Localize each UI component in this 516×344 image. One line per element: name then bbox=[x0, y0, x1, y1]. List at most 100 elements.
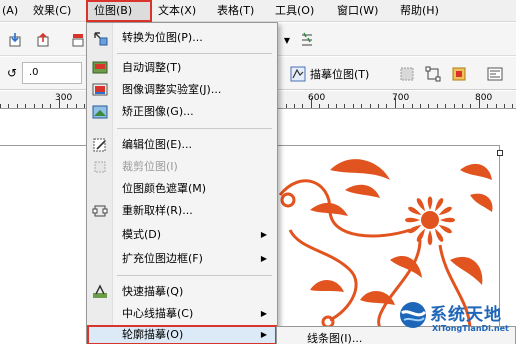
menu-item-label: 模式(D) bbox=[122, 228, 162, 241]
bitmaps-menu: 转换为位图(P)... 自动调整(T) 图像调整实验室(J)... 矫正图像(G… bbox=[86, 22, 278, 344]
straighten-icon bbox=[92, 104, 108, 120]
submenu-arrow-icon: ▶ bbox=[260, 330, 267, 339]
rotate-icon: ↺ bbox=[6, 66, 18, 80]
menu-bitmaps[interactable]: 位图(B) bbox=[86, 0, 152, 22]
ruler-tick bbox=[487, 104, 489, 108]
ruler-tick bbox=[352, 104, 354, 108]
menu-item-label: 重新取样(R)... bbox=[122, 204, 193, 217]
ruler-tick bbox=[428, 104, 430, 108]
trace-bitmap-icon bbox=[290, 66, 306, 82]
menu-item-centerline-trace[interactable]: 中心线描摹(C) ▶ bbox=[87, 303, 277, 325]
menu-item-mode[interactable]: 模式(D) ▶ bbox=[87, 224, 277, 246]
menu-item-label: 位图颜色遮罩(M) bbox=[122, 182, 207, 195]
ruler-tick bbox=[344, 104, 346, 108]
export-icon[interactable] bbox=[34, 31, 52, 49]
menu-item-resample[interactable]: 重新取样(R)... bbox=[87, 200, 277, 222]
menu-item-label: 快速描摹(Q) bbox=[122, 285, 184, 298]
submenu-arrow-icon: ▶ bbox=[260, 230, 267, 239]
rotation-angle-input[interactable]: .0 bbox=[22, 62, 82, 84]
ruler-tick bbox=[411, 104, 413, 108]
quick-trace-icon bbox=[92, 284, 108, 300]
menu-item-label: 轮廓描摹(O) bbox=[122, 328, 184, 341]
auto-adjust-icon bbox=[92, 60, 108, 76]
menu-item-bitmap-color-mask[interactable]: 位图颜色遮罩(M) bbox=[87, 178, 277, 200]
node-edit-icon[interactable] bbox=[424, 64, 442, 84]
ruler-tick bbox=[285, 104, 287, 108]
app-launcher-icon[interactable] bbox=[70, 31, 86, 49]
ruler-tick bbox=[16, 104, 18, 108]
convert-bitmap-icon bbox=[92, 30, 108, 46]
crop-bitmap-icon bbox=[92, 159, 108, 175]
ruler-tick bbox=[420, 104, 421, 108]
menu-text[interactable]: 文本(X) bbox=[158, 0, 196, 22]
ruler-tick bbox=[310, 98, 312, 108]
globe-logo-icon bbox=[400, 302, 427, 328]
ruler-tick bbox=[403, 104, 405, 108]
ruler-tick bbox=[470, 104, 472, 108]
menu-item-quick-trace[interactable]: 快速描摹(Q) bbox=[87, 281, 277, 303]
ruler-tick bbox=[67, 104, 69, 108]
menu-tools[interactable]: 工具(O) bbox=[275, 0, 314, 22]
ruler-tick bbox=[512, 104, 514, 108]
ruler-tick bbox=[495, 104, 497, 108]
menu-bar: (A) 效果(C) 位图(B) 文本(X) 表格(T) 工具(O) 窗口(W) … bbox=[0, 0, 516, 22]
dropdown-arrow-icon[interactable]: ▼ bbox=[282, 31, 292, 49]
menu-item-label: 中心线描摹(C) bbox=[122, 307, 194, 320]
menu-item-edit-bitmap[interactable]: 编辑位图(E)... bbox=[87, 134, 277, 156]
menu-item-auto-adjust[interactable]: 自动调整(T) bbox=[87, 57, 277, 79]
watermark-subtitle: XiTongTianDi.net bbox=[432, 324, 509, 333]
menu-item-outline-trace[interactable]: 轮廓描摹(O) ▶ bbox=[87, 325, 277, 344]
menu-window[interactable]: 窗口(W) bbox=[337, 0, 378, 22]
ruler-tick bbox=[394, 98, 396, 108]
resample-tool-icon[interactable] bbox=[450, 64, 468, 84]
ruler-tick bbox=[462, 104, 463, 108]
submenu-arrow-icon: ▶ bbox=[260, 254, 267, 263]
menu-item-label: 矫正图像(G)... bbox=[122, 105, 194, 118]
menu-item-label: 转换为位图(P)... bbox=[122, 31, 203, 44]
submenu-arrow-icon: ▶ bbox=[260, 309, 267, 318]
menu-separator bbox=[117, 53, 272, 54]
ruler-tick bbox=[42, 104, 43, 108]
ruler-tick bbox=[369, 104, 371, 108]
menu-item-label: 裁剪位图(I) bbox=[122, 160, 178, 173]
watermark-title: 系统天地 bbox=[430, 305, 502, 325]
import-icon[interactable] bbox=[6, 31, 24, 49]
ruler-tick bbox=[319, 104, 321, 108]
menu-item-label: 自动调整(T) bbox=[122, 61, 182, 74]
ruler-tick bbox=[386, 104, 388, 108]
menu-item-label: 图像调整实验室(J)... bbox=[122, 83, 222, 96]
trace-bitmap-button[interactable]: 描摹位图(T) bbox=[290, 63, 369, 85]
ruler-label: 300 bbox=[55, 93, 73, 103]
ruler-tick bbox=[33, 104, 35, 108]
site-watermark: 系统天地 XiTongTianDi.net bbox=[396, 296, 516, 344]
edit-bitmap-icon bbox=[92, 137, 108, 153]
menu-item-crop-bitmap: 裁剪位图(I) bbox=[87, 156, 277, 178]
menu-item-convert-to-bitmap[interactable]: 转换为位图(P)... bbox=[87, 27, 277, 49]
ruler-tick bbox=[336, 104, 337, 108]
menu-item-label: 扩充位图边框(F) bbox=[122, 252, 203, 265]
menu-item-straighten-image[interactable]: 矫正图像(G)... bbox=[87, 101, 277, 123]
ruler-tick bbox=[294, 104, 295, 108]
crop-bitmap-tool-icon[interactable] bbox=[398, 64, 416, 84]
ruler-tick bbox=[58, 98, 60, 108]
trace-bitmap-label: 描摹位图(T) bbox=[310, 68, 370, 81]
menu-item-image-adjustment-lab[interactable]: 图像调整实验室(J)... bbox=[87, 79, 277, 101]
ruler-tick bbox=[75, 104, 77, 108]
ruler-tick bbox=[302, 104, 304, 108]
ruler-tick bbox=[453, 104, 455, 108]
wrap-text-icon[interactable] bbox=[486, 64, 504, 84]
menu-table[interactable]: 表格(T) bbox=[217, 0, 254, 22]
ruler-label: 800 bbox=[475, 93, 493, 103]
menu-separator bbox=[117, 128, 272, 129]
menu-help[interactable]: 帮助(H) bbox=[400, 0, 439, 22]
resample-icon bbox=[92, 203, 108, 219]
menu-edit[interactable]: (A) bbox=[2, 0, 18, 22]
ruler-tick bbox=[84, 104, 85, 108]
ruler-tick bbox=[378, 104, 379, 108]
ruler-tick bbox=[50, 104, 52, 108]
ruler-tick bbox=[436, 104, 438, 108]
menu-item-inflate-bitmap[interactable]: 扩充位图边框(F) ▶ bbox=[87, 248, 277, 270]
options-icon[interactable] bbox=[298, 30, 316, 50]
submenu-item-line-art[interactable]: 线条图(I)... bbox=[307, 330, 362, 344]
menu-effects[interactable]: 效果(C) bbox=[33, 0, 71, 22]
